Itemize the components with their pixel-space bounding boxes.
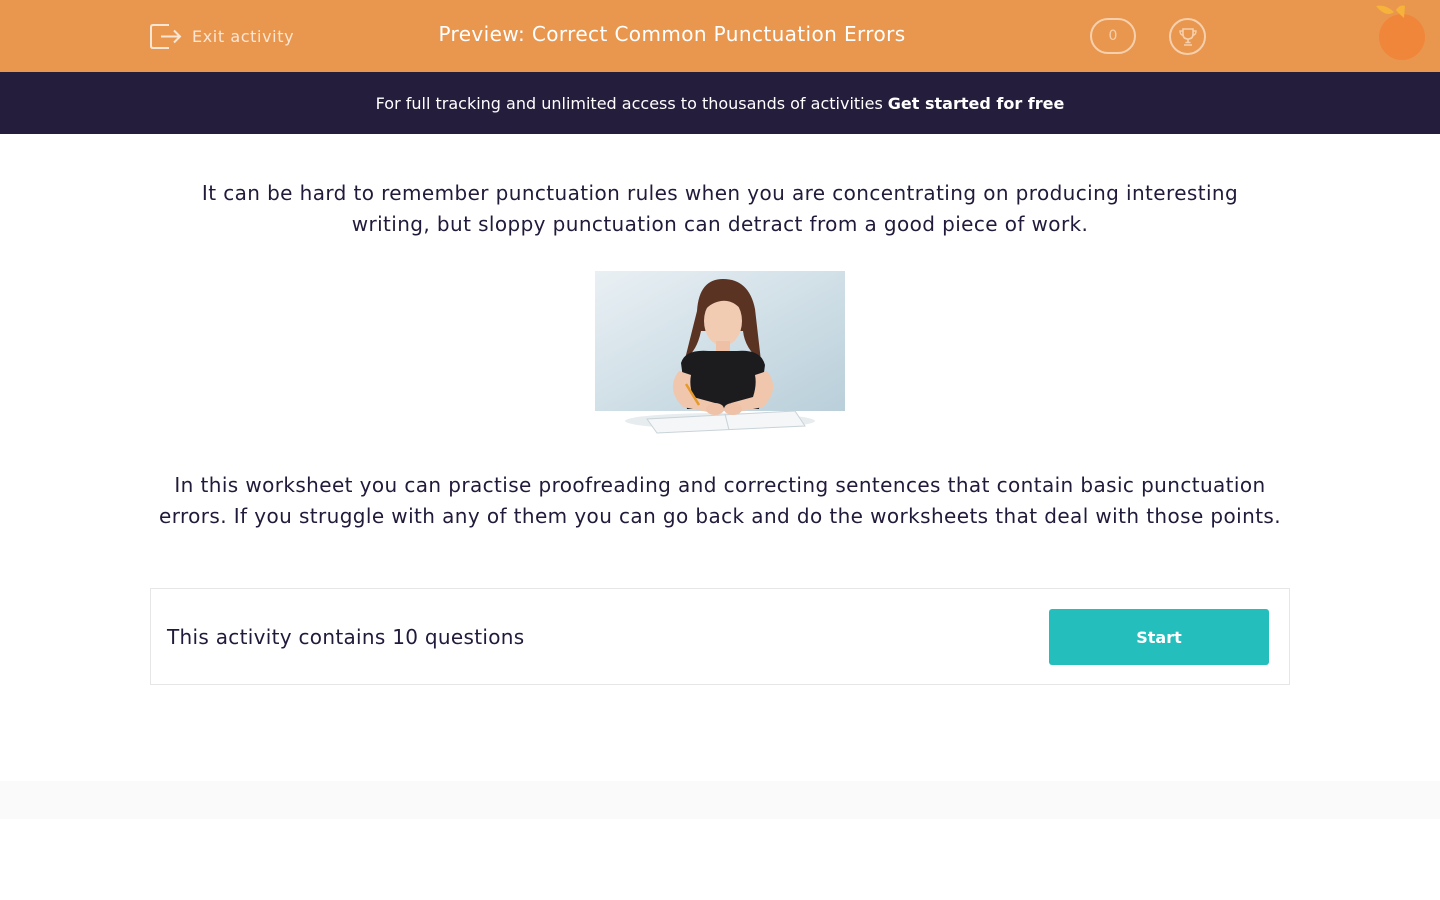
page-title: Preview: Correct Common Punctuation Erro… [438,22,906,46]
orange-logo-icon[interactable] [1372,4,1432,62]
question-count: This activity contains 10 questions [167,625,525,649]
exit-icon [150,23,182,49]
top-bar: Exit activity Preview: Correct Common Pu… [0,0,1440,72]
footer-band [0,781,1440,819]
trophy-icon [1178,27,1197,46]
score-counter: 0 [1090,18,1136,54]
start-button[interactable]: Start [1049,609,1269,665]
get-started-link[interactable]: Get started for free [888,94,1065,113]
intro-text: It can be hard to remember punctuation r… [201,181,1239,236]
exit-activity-label: Exit activity [192,26,295,46]
worksheet-description: In this worksheet you can practise proof… [158,473,1282,528]
promo-banner: For full tracking and unlimited access t… [0,72,1440,134]
student-writing-image [595,271,845,441]
trophy-button[interactable] [1169,18,1206,55]
activity-card: This activity contains 10 questions Star… [150,588,1290,685]
promo-text: For full tracking and unlimited access t… [375,93,883,113]
exit-activity-button[interactable]: Exit activity [149,20,294,52]
